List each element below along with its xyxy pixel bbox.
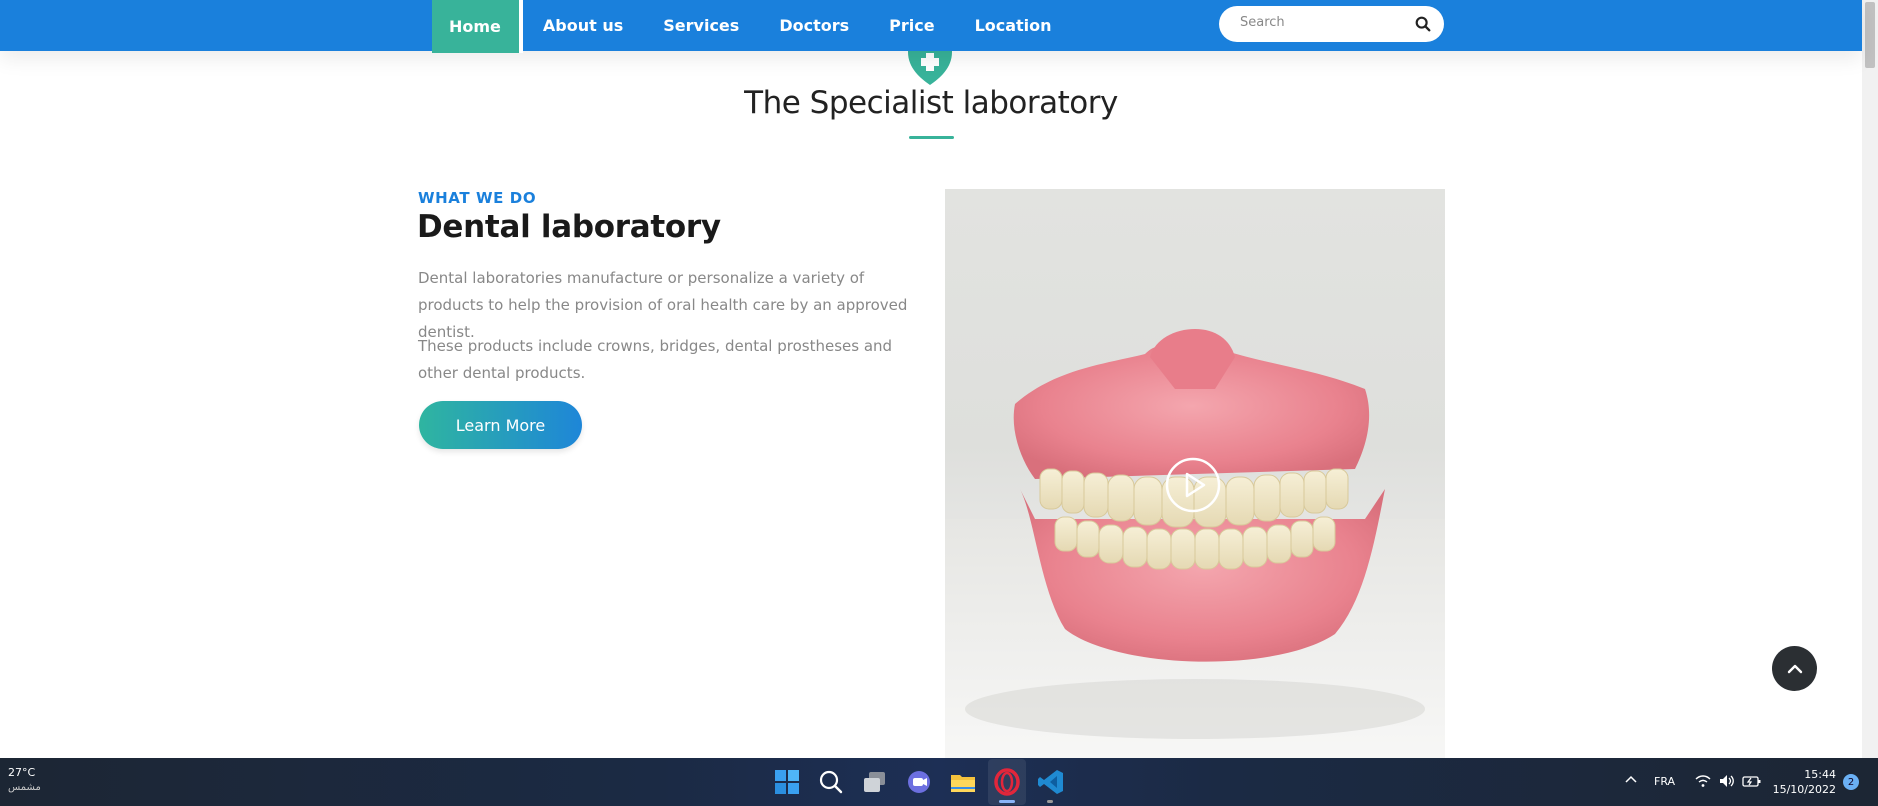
- scrollbar-thumb[interactable]: [1865, 2, 1875, 68]
- chevron-up-icon: [1787, 664, 1802, 673]
- clock-date: 15/10/2022: [1772, 783, 1836, 796]
- weather-temperature: 27°C: [8, 766, 36, 779]
- learn-more-button[interactable]: Learn More: [419, 401, 582, 449]
- volume-icon[interactable]: [1718, 772, 1736, 790]
- nav-item-location[interactable]: Location: [955, 0, 1072, 51]
- search-box: [1219, 6, 1444, 42]
- battery-charging-icon[interactable]: [1742, 772, 1762, 790]
- nav-item-doctors[interactable]: Doctors: [759, 0, 869, 51]
- windows-start-icon[interactable]: [772, 767, 802, 797]
- opera-browser-icon[interactable]: [992, 767, 1022, 797]
- search-icon[interactable]: [1414, 15, 1432, 33]
- vscode-running-indicator: [1047, 800, 1053, 803]
- opera-running-indicator: [999, 800, 1015, 803]
- input-language[interactable]: FRA: [1654, 775, 1675, 788]
- eyebrow-label: WHAT WE DO: [418, 189, 537, 207]
- content-heading: Dental laboratory: [417, 209, 721, 245]
- back-to-top-button[interactable]: [1772, 646, 1817, 691]
- system-clock[interactable]: 15:44 15/10/2022: [1766, 767, 1836, 797]
- os-taskbar: 27°C مشمس FRA 15:44 15/10/2022 2: [0, 758, 1878, 806]
- taskbar-search-icon[interactable]: [816, 767, 846, 797]
- weather-condition: مشمس: [8, 782, 41, 793]
- chevron-up-tray-icon[interactable]: [1622, 771, 1640, 789]
- task-view-icon[interactable]: [860, 767, 890, 797]
- wifi-icon[interactable]: [1694, 772, 1712, 790]
- clock-time: 15:44: [1804, 768, 1836, 781]
- nav-item-services[interactable]: Services: [643, 0, 759, 51]
- weather-widget[interactable]: 27°C مشمس: [8, 766, 41, 793]
- nav-menu: Home About us Services Doctors Price Loc…: [432, 0, 1072, 53]
- nav-item-home[interactable]: Home: [432, 0, 523, 53]
- play-video-icon[interactable]: [1165, 457, 1221, 513]
- title-underline: [909, 136, 954, 139]
- search-input[interactable]: [1240, 15, 1400, 30]
- top-navbar: Home About us Services Doctors Price Loc…: [0, 0, 1862, 53]
- page-scrollbar[interactable]: [1862, 0, 1878, 758]
- vscode-icon[interactable]: [1036, 767, 1066, 797]
- file-explorer-icon[interactable]: [948, 767, 978, 797]
- chat-app-icon[interactable]: [904, 767, 934, 797]
- page: Home About us Services Doctors Price Loc…: [0, 0, 1878, 806]
- description-paragraph-2: These products include crowns, bridges, …: [418, 337, 893, 382]
- section-title: The Specialist laboratory: [744, 85, 1118, 121]
- nav-item-price[interactable]: Price: [869, 0, 954, 51]
- nav-item-about-us[interactable]: About us: [523, 0, 643, 51]
- notification-badge[interactable]: 2: [1843, 774, 1859, 790]
- dentures-video-thumbnail[interactable]: [945, 189, 1445, 759]
